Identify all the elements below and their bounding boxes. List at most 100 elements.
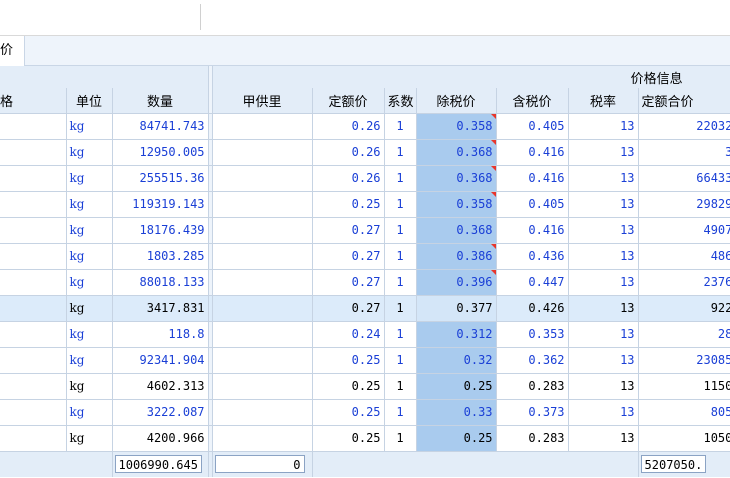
cell-quota-total[interactable]: 28. (638, 321, 730, 348)
cell-spec[interactable] (0, 165, 67, 192)
cell-unit[interactable]: kg (66, 191, 113, 218)
cell-excl-tax-price[interactable]: 0.386 (416, 243, 497, 270)
cell-spec[interactable] (0, 269, 67, 296)
cell-quota-price[interactable]: 0.27 (312, 243, 385, 270)
cell-quantity[interactable]: 4200.966 (112, 425, 209, 452)
cell-incl-tax-price[interactable]: 0.416 (496, 217, 569, 244)
cell-quota-price[interactable]: 0.27 (312, 269, 385, 296)
cell-coefficient[interactable]: 1 (384, 217, 417, 244)
cell-quota-price[interactable]: 0.25 (312, 425, 385, 452)
cell-quota-price[interactable]: 0.26 (312, 165, 385, 192)
cell-coefficient[interactable]: 1 (384, 113, 417, 140)
cell-unit[interactable]: kg (66, 217, 113, 244)
cell-excl-tax-price[interactable]: 0.25 (416, 425, 497, 452)
col-header-spec[interactable]: 格 (0, 88, 67, 114)
cell-coefficient[interactable]: 1 (384, 269, 417, 296)
col-header-incl-tax-price[interactable]: 含税价 (496, 88, 569, 114)
cell-excl-tax-price[interactable]: 0.358 (416, 113, 497, 140)
col-header-quantity[interactable]: 数量 (112, 88, 209, 114)
cell-tax-rate[interactable]: 13 (568, 295, 639, 322)
cell-quota-total[interactable]: 29829. (638, 191, 730, 218)
cell-incl-tax-price[interactable]: 0.405 (496, 191, 569, 218)
cell-quota-total[interactable]: 4907. (638, 217, 730, 244)
cell-excl-tax-price[interactable]: 0.368 (416, 165, 497, 192)
cell-unit[interactable]: kg (66, 113, 113, 140)
table-row[interactable]: kg3222.087 0.2510.330.37313805. (0, 399, 730, 426)
cell-excl-tax-price[interactable]: 0.396 (416, 269, 497, 296)
cell-spec[interactable] (0, 399, 67, 426)
table-row[interactable]: kg4200.9660.2510.250.283131050. (0, 425, 730, 452)
col-header-unit[interactable]: 单位 (66, 88, 113, 114)
cell-incl-tax-price[interactable]: 0.362 (496, 347, 569, 374)
cell-spec[interactable] (0, 113, 67, 140)
cell-unit[interactable]: kg (66, 425, 113, 452)
cell-quantity[interactable]: 1803.285 (112, 243, 209, 270)
cell-quantity[interactable]: 3222.087 (112, 399, 209, 426)
cell-spec[interactable] (0, 217, 67, 244)
cell-quota-price[interactable]: 0.27 (312, 217, 385, 244)
col-header-coefficient[interactable]: 系数 (384, 88, 417, 114)
cell-quota-price[interactable]: 0.27 (312, 295, 385, 322)
cell-quota-price[interactable]: 0.25 (312, 373, 385, 400)
cell-incl-tax-price[interactable]: 0.283 (496, 425, 569, 452)
cell-incl-tax-price[interactable]: 0.373 (496, 399, 569, 426)
cell-quota-price[interactable]: 0.26 (312, 139, 385, 166)
cell-excl-tax-price[interactable]: 0.33 (416, 399, 497, 426)
cell-quantity[interactable]: 84741.743 (112, 113, 209, 140)
cell-quantity[interactable]: 18176.439 (112, 217, 209, 244)
col-header-quota-total[interactable]: 定额合价 (638, 88, 730, 114)
cell-supplied-qty[interactable] (212, 373, 313, 400)
cell-coefficient[interactable]: 1 (384, 399, 417, 426)
cell-excl-tax-price[interactable]: 0.368 (416, 139, 497, 166)
cell-incl-tax-price[interactable]: 0.426 (496, 295, 569, 322)
cell-quantity[interactable]: 3417.831 (112, 295, 209, 322)
cell-spec[interactable] (0, 347, 67, 374)
tab-price[interactable]: 价 (0, 36, 25, 66)
cell-unit[interactable]: kg (66, 373, 113, 400)
table-row[interactable]: kg18176.439 0.2710.3680.416134907. (0, 217, 730, 244)
cell-spec[interactable] (0, 295, 67, 322)
table-row[interactable]: kg3417.831 0.2710.3770.42613922. (0, 295, 730, 322)
table-row[interactable]: kg118.8 0.2410.3120.3531328. (0, 321, 730, 348)
cell-coefficient[interactable]: 1 (384, 139, 417, 166)
cell-supplied-qty[interactable] (212, 269, 313, 296)
cell-tax-rate[interactable]: 13 (568, 217, 639, 244)
cell-tax-rate[interactable]: 13 (568, 269, 639, 296)
cell-incl-tax-price[interactable]: 0.416 (496, 165, 569, 192)
cell-tax-rate[interactable]: 13 (568, 347, 639, 374)
cell-unit[interactable]: kg (66, 295, 113, 322)
cell-spec[interactable] (0, 139, 67, 166)
table-row[interactable]: kg88018.133 0.2710.3960.4471323764 (0, 269, 730, 296)
cell-excl-tax-price[interactable]: 0.32 (416, 347, 497, 374)
col-header-quota-price[interactable]: 定额价 (312, 88, 385, 114)
cell-coefficient[interactable]: 1 (384, 347, 417, 374)
cell-quota-price[interactable]: 0.24 (312, 321, 385, 348)
cell-supplied-qty[interactable] (212, 425, 313, 452)
cell-tax-rate[interactable]: 13 (568, 425, 639, 452)
cell-quota-price[interactable]: 0.25 (312, 347, 385, 374)
cell-coefficient[interactable]: 1 (384, 191, 417, 218)
cell-tax-rate[interactable]: 13 (568, 399, 639, 426)
cell-quota-total[interactable]: 22032. (638, 113, 730, 140)
cell-tax-rate[interactable]: 13 (568, 165, 639, 192)
cell-excl-tax-price[interactable]: 0.377 (416, 295, 497, 322)
cell-coefficient[interactable]: 1 (384, 373, 417, 400)
cell-quantity[interactable]: 119319.143 (112, 191, 209, 218)
cell-incl-tax-price[interactable]: 0.447 (496, 269, 569, 296)
cell-supplied-qty[interactable] (212, 321, 313, 348)
cell-coefficient[interactable]: 1 (384, 165, 417, 192)
cell-quantity[interactable]: 88018.133 (112, 269, 209, 296)
cell-unit[interactable]: kg (66, 165, 113, 192)
table-row[interactable]: kg119319.143 0.2510.3580.4051329829. (0, 191, 730, 218)
cell-supplied-qty[interactable] (212, 295, 313, 322)
cell-supplied-qty[interactable] (212, 217, 313, 244)
cell-tax-rate[interactable]: 13 (568, 373, 639, 400)
cell-quota-total[interactable]: 1050. (638, 425, 730, 452)
table-row[interactable]: kg84741.743 0.2610.3580.4051322032. (0, 113, 730, 140)
col-header-supplied-qty[interactable]: 甲供里 (212, 88, 313, 114)
cell-supplied-qty[interactable] (212, 113, 313, 140)
cell-tax-rate[interactable]: 13 (568, 139, 639, 166)
cell-excl-tax-price[interactable]: 0.368 (416, 217, 497, 244)
table-row[interactable]: kg92341.904 0.2510.320.3621323085. (0, 347, 730, 374)
cell-excl-tax-price[interactable]: 0.358 (416, 191, 497, 218)
